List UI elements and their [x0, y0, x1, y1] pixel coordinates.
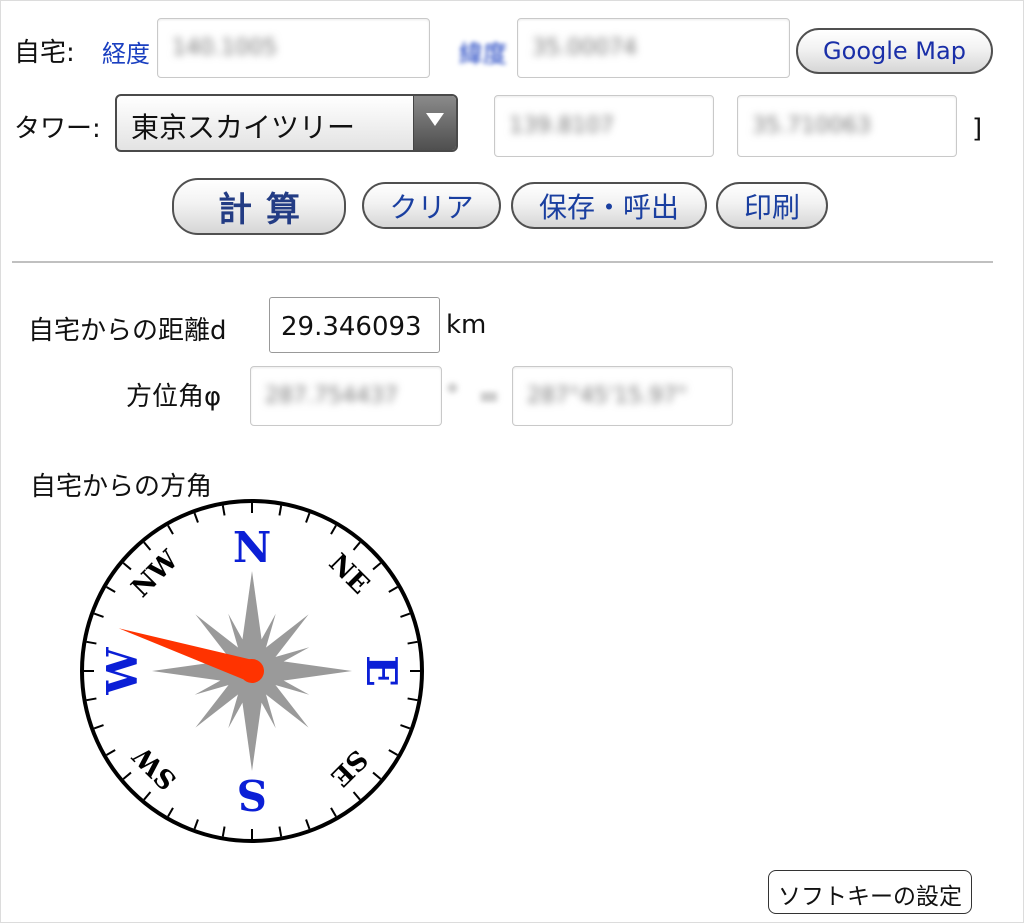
google-map-button[interactable]: Google Map [796, 28, 993, 74]
home-latitude-value: 35.00074 [532, 35, 637, 61]
close-bracket: ] [972, 114, 983, 144]
save-load-button[interactable]: 保存・呼出 [511, 182, 707, 229]
latitude-label: 緯度 [459, 40, 507, 68]
calculate-button[interactable]: 計算 [172, 178, 346, 235]
tower-latitude-field[interactable]: 35.710063 [737, 95, 957, 157]
west-label: W [98, 647, 147, 696]
distance-label: 自宅からの距離d [28, 316, 227, 346]
print-button[interactable]: 印刷 [716, 182, 828, 229]
degree-symbol: ° [446, 380, 459, 410]
longitude-label: 経度 [102, 40, 150, 68]
home-latitude-field[interactable]: 35.00074 [517, 18, 790, 78]
softkey-settings-button[interactable]: ソフトキーの設定 [768, 870, 972, 914]
tower-longitude-value: 139.8107 [509, 113, 614, 139]
tower-select[interactable]: 東京スカイツリー [115, 94, 458, 152]
tower-latitude-value: 35.710063 [752, 113, 871, 139]
south-label: S [237, 770, 267, 819]
tower-label: タワー: [14, 114, 101, 144]
east-label: E [357, 655, 406, 687]
north-label: N [233, 523, 271, 572]
azimuth-degree-field[interactable]: 287.754437 [250, 366, 442, 426]
azimuth-dms-value: 287°45'15.97" [527, 383, 688, 409]
home-longitude-value: 140.1005 [172, 35, 277, 61]
home-longitude-field[interactable]: 140.1005 [157, 18, 430, 78]
home-label: 自宅: [14, 38, 75, 68]
azimuth-label-text: 方位角φ [126, 382, 222, 412]
dropdown-arrow-icon [413, 96, 456, 150]
equals-sign: = [478, 382, 500, 412]
azimuth-dms-field[interactable]: 287°45'15.97" [512, 366, 733, 426]
tower-longitude-field[interactable]: 139.8107 [494, 95, 714, 157]
tower-selected-value: 東京スカイツリー [131, 111, 356, 144]
distance-field[interactable]: 29.346093 [269, 297, 440, 353]
clear-button[interactable]: クリア [362, 182, 501, 229]
compass-rose: N S E W NE SE SW NW [80, 499, 424, 843]
azimuth-degree-value: 287.754437 [265, 383, 398, 409]
divider [12, 261, 993, 263]
distance-unit: km [446, 310, 487, 340]
azimuth-label: 方位角φ [126, 376, 221, 413]
